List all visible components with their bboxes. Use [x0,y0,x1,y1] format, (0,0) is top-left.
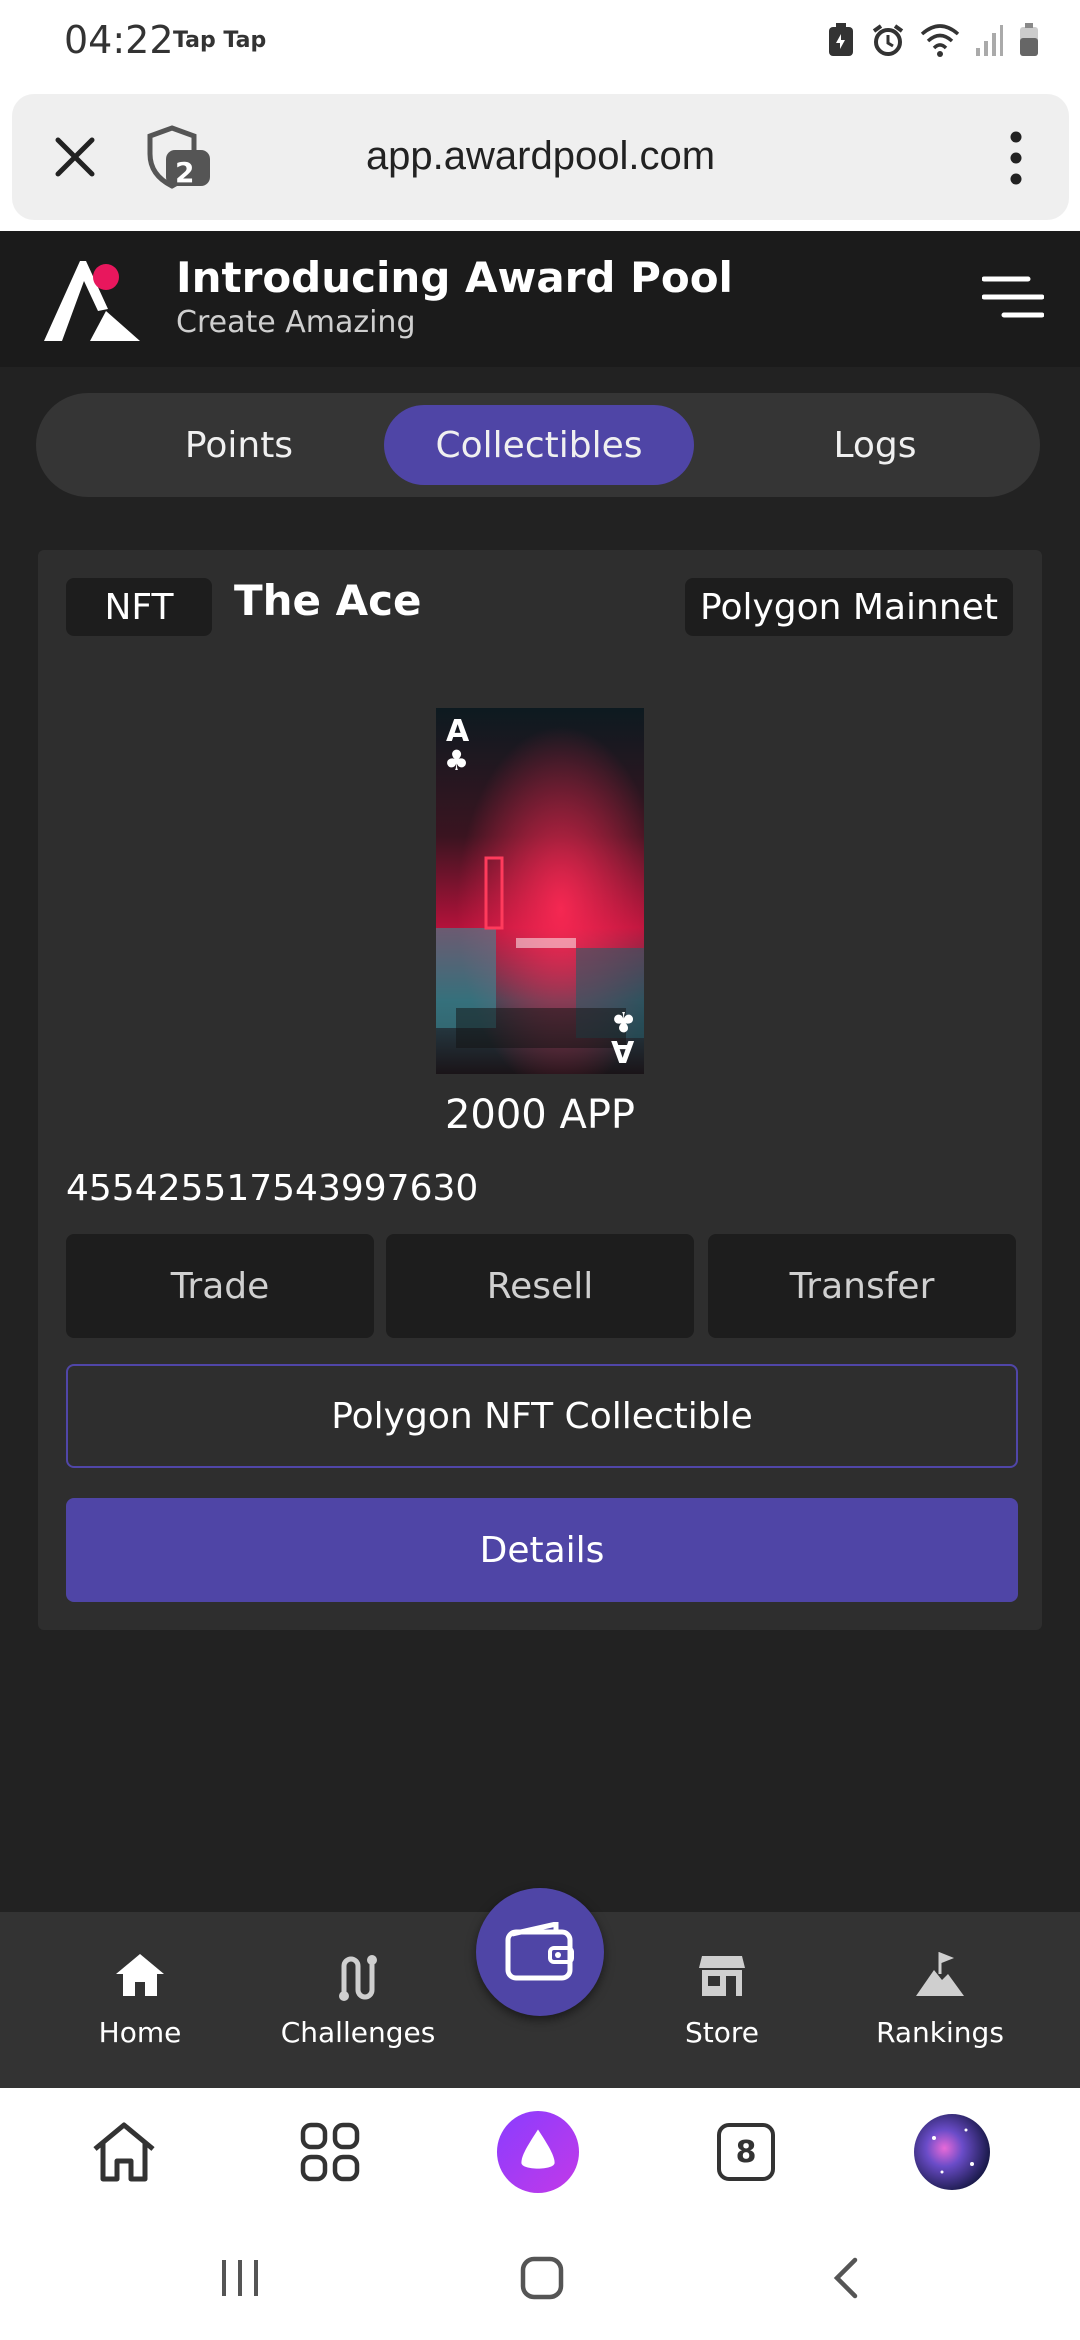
browser-tabs-button[interactable]: 8 [704,2110,788,2194]
price: 2000 APP [444,1092,636,1138]
mountain-flag-icon [916,1952,964,1996]
nav-home-label: Home [98,2016,182,2049]
signal-icon [976,25,1003,56]
nav-home[interactable]: Home [50,1912,230,2088]
tab-collectibles[interactable]: Collectibles [384,405,694,485]
app-header: Introducing Award Pool Create Amazing [0,231,1080,367]
details-button[interactable]: Details [66,1498,1018,1602]
collectible-card: NFT The Ace Polygon Mainnet A ♣ A ♣ 2000… [38,550,1042,1630]
tab-count: 8 [717,2123,775,2181]
status-bar: 04:22 Tap Tap [0,0,1080,84]
header-subtitle: Create Amazing [176,305,416,340]
grid-icon [300,2122,360,2182]
avatar [914,2114,990,2190]
nav-store[interactable]: Store [632,1912,812,2088]
home-outline-icon [93,2122,155,2182]
nft-type-chip: NFT [66,578,212,636]
browser-top-area: 2 app.awardpool.com [0,84,1080,231]
award-pool-logo[interactable] [44,255,140,345]
club-icon-inverted: ♣ [610,1005,636,1038]
tab-bar: Points Collectibles Logs [36,393,1040,497]
nav-challenges[interactable]: Challenges [268,1912,448,2088]
browser-home-button[interactable] [82,2110,166,2194]
token-id: 455425517543997630 [66,1168,479,1209]
nav-rankings-label: Rankings [876,2016,1004,2049]
wifi-icon [920,24,960,57]
route-icon [339,1955,377,2001]
recent-apps-button[interactable] [210,2248,270,2308]
home-square-icon [520,2256,564,2300]
wallet-button[interactable] [476,1888,604,2016]
home-icon [116,1954,164,1996]
tab-points[interactable]: Points [84,405,394,485]
collectible-title: The Ace [234,576,422,625]
resell-button[interactable]: Resell [386,1234,694,1338]
back-icon [833,2257,858,2299]
assistant-icon [496,2110,580,2194]
status-icons [826,22,1040,58]
battery-icon [1020,23,1038,56]
nav-rankings[interactable]: Rankings [850,1912,1030,2088]
status-app-notifications: Tap Tap [173,28,267,53]
tab-logs[interactable]: Logs [720,405,1030,485]
browser-toolbar: 8 [0,2088,1080,2214]
recents-icon [222,2260,258,2296]
transfer-button[interactable]: Transfer [708,1234,1016,1338]
browser-apps-button[interactable] [288,2110,372,2194]
battery-saver-icon [829,23,853,56]
browser-assistant-button[interactable] [496,2110,580,2194]
back-button[interactable] [816,2248,876,2308]
wallet-icon [505,1922,574,1981]
profile-avatar[interactable] [910,2110,994,2194]
club-icon: ♣ [444,744,470,777]
card-rank-bottom: A [610,1033,634,1068]
network-chip: Polygon Mainnet [685,578,1013,636]
browser-address-bar[interactable]: 2 app.awardpool.com [12,94,1069,220]
nav-challenges-label: Challenges [280,2016,436,2049]
nav-store-label: Store [684,2016,759,2049]
system-home-button[interactable] [512,2248,572,2308]
header-title: Introducing Award Pool [176,253,733,302]
alarm-icon [872,24,904,56]
system-nav-bar [0,2214,1080,2340]
more-options-icon[interactable] [1009,130,1023,186]
status-time: 04:22 [64,18,174,62]
menu-icon[interactable] [982,275,1044,319]
url-text[interactable]: app.awardpool.com [12,134,1069,179]
polygon-nft-collectible-button[interactable]: Polygon NFT Collectible [66,1364,1018,1468]
trade-button[interactable]: Trade [66,1234,374,1338]
store-icon [699,1956,745,1996]
nft-card-image[interactable]: A ♣ A ♣ [436,708,644,1074]
